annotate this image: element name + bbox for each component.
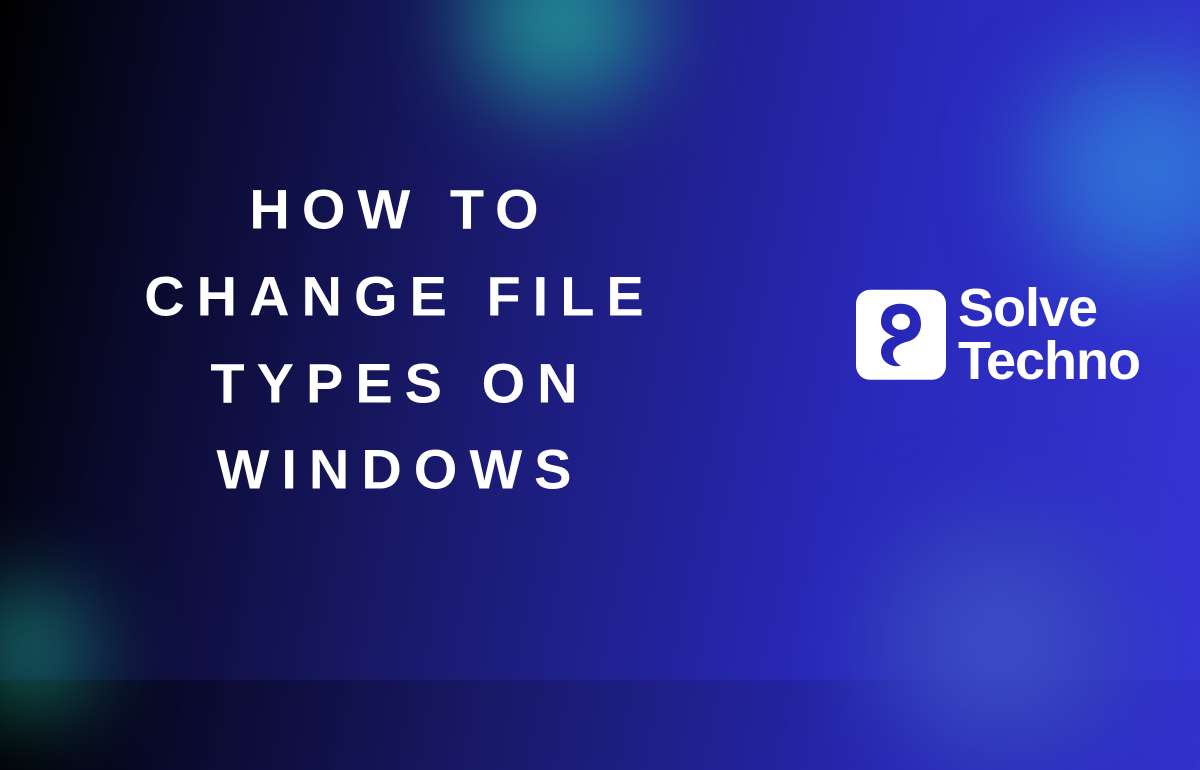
main-title: HOW TO CHANGE FILE TYPES ON WINDOWS <box>80 166 720 513</box>
logo-text: Solve Techno <box>958 282 1140 388</box>
logo-text-line2: Techno <box>958 335 1140 388</box>
logo-icon <box>856 290 946 380</box>
brand-logo: Solve Techno <box>856 282 1140 388</box>
s-glyph-icon <box>873 300 929 370</box>
content-container: HOW TO CHANGE FILE TYPES ON WINDOWS Solv… <box>0 0 1200 680</box>
logo-text-line1: Solve <box>958 282 1140 335</box>
